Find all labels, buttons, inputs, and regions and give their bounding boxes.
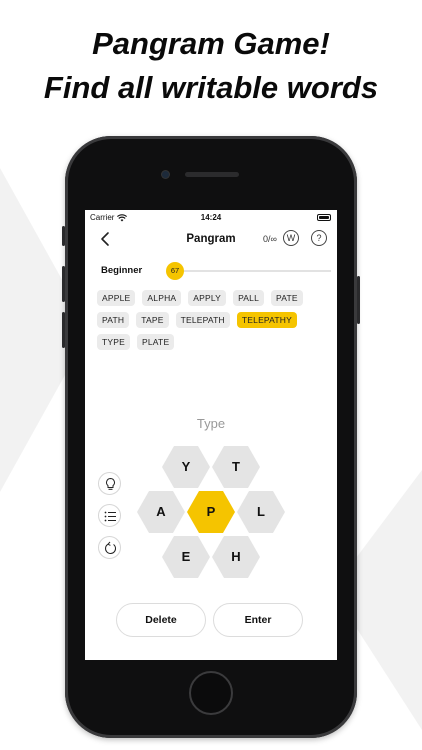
letter-hex-bottom-right[interactable]: H	[212, 536, 260, 578]
help-button[interactable]: ?	[311, 230, 327, 246]
nav-bar: Pangram 0/∞ W ?	[85, 226, 337, 254]
found-word-chip[interactable]: TYPE	[97, 334, 131, 350]
letter-hex-center[interactable]: P	[187, 491, 235, 533]
app-screen: Carrier 14:24 Pangram 0/∞ W ? Beginner 6…	[85, 210, 337, 660]
found-word-chip[interactable]: PALL	[233, 290, 265, 306]
list-icon	[104, 511, 116, 522]
found-word-chip[interactable]: PATE	[271, 290, 303, 306]
delete-button[interactable]: Delete	[116, 603, 206, 637]
level-name: Beginner	[101, 265, 143, 276]
letter-hex-top-left[interactable]: Y	[162, 446, 210, 488]
phone-mute-switch	[62, 226, 65, 246]
level-progress: Beginner 67	[101, 262, 331, 280]
enter-button[interactable]: Enter	[213, 603, 303, 637]
list-button[interactable]	[98, 504, 121, 527]
letter-hex-mid-right[interactable]: L	[237, 491, 285, 533]
shuffle-button[interactable]	[98, 536, 121, 559]
home-button[interactable]	[189, 671, 233, 715]
words-list-button[interactable]: W	[283, 230, 299, 246]
earpiece-speaker	[185, 172, 239, 177]
status-bar: Carrier 14:24	[85, 210, 337, 226]
found-word-chip-highlighted[interactable]: TELEPATHY	[236, 312, 298, 328]
action-buttons: Delete Enter	[116, 603, 306, 637]
letter-hex-bottom-left[interactable]: E	[162, 536, 210, 578]
shuffle-icon	[105, 541, 116, 555]
headline-line-2: Find all writable words	[43, 70, 379, 105]
phone-power-button	[357, 276, 360, 324]
phone-frame: Carrier 14:24 Pangram 0/∞ W ? Beginner 6…	[62, 136, 360, 738]
letter-hex-mid-left[interactable]: A	[137, 491, 185, 533]
found-words-list: APPLE ALPHA APPLY PALL PATE PATH TAPE TELEPATH T…	[97, 290, 327, 350]
front-camera	[162, 171, 169, 178]
progress-track	[175, 270, 331, 272]
found-word-chip[interactable]: TELEPATH	[175, 312, 230, 328]
hint-button[interactable]	[98, 472, 121, 495]
status-time: 14:24	[200, 213, 222, 222]
word-count: 0/∞	[263, 234, 277, 244]
battery-icon	[317, 214, 331, 221]
score-badge: 67	[166, 262, 184, 280]
found-word-chip[interactable]: APPLY	[188, 290, 227, 306]
found-word-chip[interactable]: APPLE	[97, 290, 136, 306]
found-word-chip[interactable]: TAPE	[136, 312, 169, 328]
lightbulb-icon	[106, 477, 115, 490]
phone-volume-down	[62, 312, 65, 348]
page-title: Pangram	[186, 233, 236, 245]
phone-volume-up	[62, 266, 65, 302]
found-word-chip[interactable]: PLATE	[137, 334, 175, 350]
found-word-chip[interactable]: PATH	[97, 312, 130, 328]
word-input-display: Type	[196, 416, 226, 431]
found-word-chip[interactable]: ALPHA	[142, 290, 182, 306]
letter-honeycomb: Y T A P L E H	[135, 446, 285, 586]
promo-headline: Pangram Game! Find all writable words	[0, 22, 422, 110]
letter-hex-top-right[interactable]: T	[212, 446, 260, 488]
headline-line-1: Pangram Game!	[92, 26, 330, 61]
